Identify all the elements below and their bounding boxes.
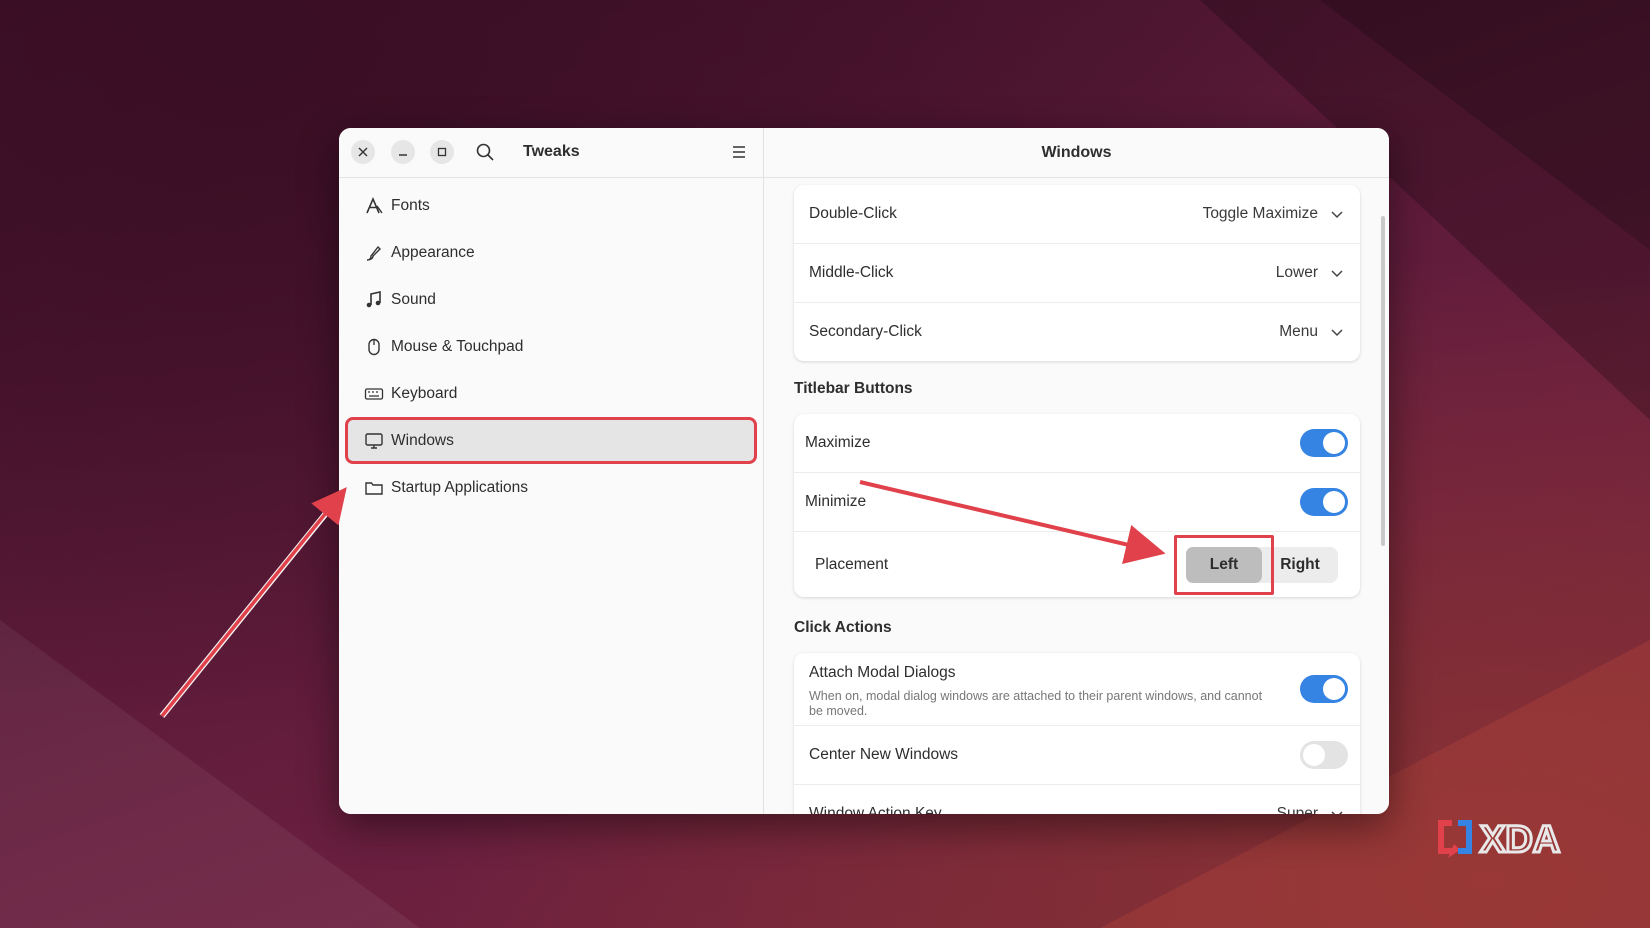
double-click-row[interactable]: Double-Click Toggle Maximize xyxy=(794,185,1360,244)
sidebar-title: Tweaks xyxy=(523,143,580,160)
page-title: Windows xyxy=(764,128,1389,178)
scrollbar[interactable] xyxy=(1381,216,1385,546)
placement-left-highlight xyxy=(1174,535,1274,595)
sidebar-item-label: Fonts xyxy=(391,196,430,214)
search-icon[interactable] xyxy=(474,141,496,163)
secondary-click-label: Secondary-Click xyxy=(809,323,922,340)
middle-click-value[interactable]: Lower xyxy=(1276,264,1318,282)
window-action-key-row[interactable]: Window Action Key Super xyxy=(794,785,1360,814)
sidebar-item-label: Windows xyxy=(391,431,454,449)
sidebar-item-label: Sound xyxy=(391,290,436,308)
double-click-label: Double-Click xyxy=(809,205,897,222)
chevron-down-icon[interactable] xyxy=(1330,807,1344,814)
attach-modal-label: Attach Modal Dialogs xyxy=(809,664,956,681)
attach-modal-toggle[interactable] xyxy=(1300,675,1348,703)
secondary-click-value[interactable]: Menu xyxy=(1279,323,1318,341)
middle-click-label: Middle-Click xyxy=(809,264,894,281)
sidebar-nav: Fonts Appearance Sound Mouse & Touchpad … xyxy=(345,184,757,513)
sidebar-item-sound[interactable]: Sound xyxy=(347,278,755,321)
center-new-windows-toggle[interactable] xyxy=(1300,741,1348,769)
sidebar-item-mouse-touchpad[interactable]: Mouse & Touchpad xyxy=(347,325,755,368)
music-note-icon xyxy=(366,291,381,308)
sidebar-item-startup-applications[interactable]: Startup Applications xyxy=(347,466,755,509)
minimize-label: Minimize xyxy=(805,493,867,510)
click-actions-settings-card: Attach Modal Dialogs When on, modal dial… xyxy=(794,653,1360,814)
appearance-icon xyxy=(366,245,381,261)
maximize-button[interactable] xyxy=(430,140,454,164)
minimize-row: Minimize xyxy=(794,473,1360,532)
svg-text:XDA: XDA xyxy=(1480,819,1560,861)
arrow-to-windows xyxy=(159,494,343,718)
minimize-icon xyxy=(399,154,407,156)
chevron-down-icon[interactable] xyxy=(1330,207,1344,221)
center-new-windows-row: Center New Windows xyxy=(794,726,1360,785)
maximize-row: Maximize xyxy=(794,414,1360,473)
sidebar-item-label: Mouse & Touchpad xyxy=(391,337,524,355)
double-click-value[interactable]: Toggle Maximize xyxy=(1203,205,1318,223)
sidebar-item-appearance[interactable]: Appearance xyxy=(347,231,755,274)
middle-click-row[interactable]: Middle-Click Lower xyxy=(794,244,1360,303)
xda-logo: XDA xyxy=(1438,818,1562,862)
chevron-down-icon[interactable] xyxy=(1330,266,1344,280)
maximize-label: Maximize xyxy=(805,434,871,451)
attach-modal-row: Attach Modal Dialogs When on, modal dial… xyxy=(794,653,1360,726)
sidebar-item-keyboard[interactable]: Keyboard xyxy=(347,372,755,415)
secondary-click-row[interactable]: Secondary-Click Menu xyxy=(794,303,1360,361)
hamburger-menu-icon[interactable] xyxy=(730,143,748,161)
keyboard-icon xyxy=(364,388,384,400)
sidebar-item-label: Appearance xyxy=(391,243,475,261)
monitor-icon xyxy=(365,433,383,449)
attach-modal-description: When on, modal dialog windows are attach… xyxy=(809,689,1263,718)
folder-icon xyxy=(365,482,383,495)
center-new-windows-label: Center New Windows xyxy=(809,746,959,763)
titlebar-buttons-heading: Titlebar Buttons xyxy=(794,380,913,397)
tweaks-window: Tweaks Fonts Appearance Sound Mouse & To… xyxy=(339,128,1389,814)
chevron-down-icon[interactable] xyxy=(1330,325,1344,339)
maximize-toggle[interactable] xyxy=(1300,429,1348,457)
close-button[interactable] xyxy=(351,140,375,164)
sidebar-header: Tweaks xyxy=(339,128,763,178)
sidebar-item-fonts[interactable]: Fonts xyxy=(347,184,755,227)
content-pane: Windows Double-Click Toggle Maximize Mid… xyxy=(764,128,1389,814)
placement-row: Placement Left Right xyxy=(794,532,1360,598)
titlebar-buttons-card: Maximize Minimize Placement Left Right xyxy=(794,414,1360,597)
click-actions-heading: Click Actions xyxy=(794,619,892,636)
placement-label: Placement xyxy=(815,556,889,573)
sidebar-item-windows[interactable]: Windows xyxy=(345,417,757,464)
sidebar: Tweaks Fonts Appearance Sound Mouse & To… xyxy=(339,128,764,814)
window-action-key-label: Window Action Key xyxy=(809,805,942,814)
maximize-icon xyxy=(437,147,447,157)
click-actions-card: Double-Click Toggle Maximize Middle-Clic… xyxy=(794,185,1360,361)
minimize-button[interactable] xyxy=(391,140,415,164)
window-action-key-value[interactable]: Super xyxy=(1277,805,1318,814)
mouse-icon xyxy=(368,338,380,356)
fonts-icon xyxy=(366,196,383,214)
sidebar-item-label: Startup Applications xyxy=(391,478,529,496)
minimize-toggle[interactable] xyxy=(1300,488,1348,516)
close-icon xyxy=(358,147,368,157)
sidebar-item-label: Keyboard xyxy=(391,384,458,402)
